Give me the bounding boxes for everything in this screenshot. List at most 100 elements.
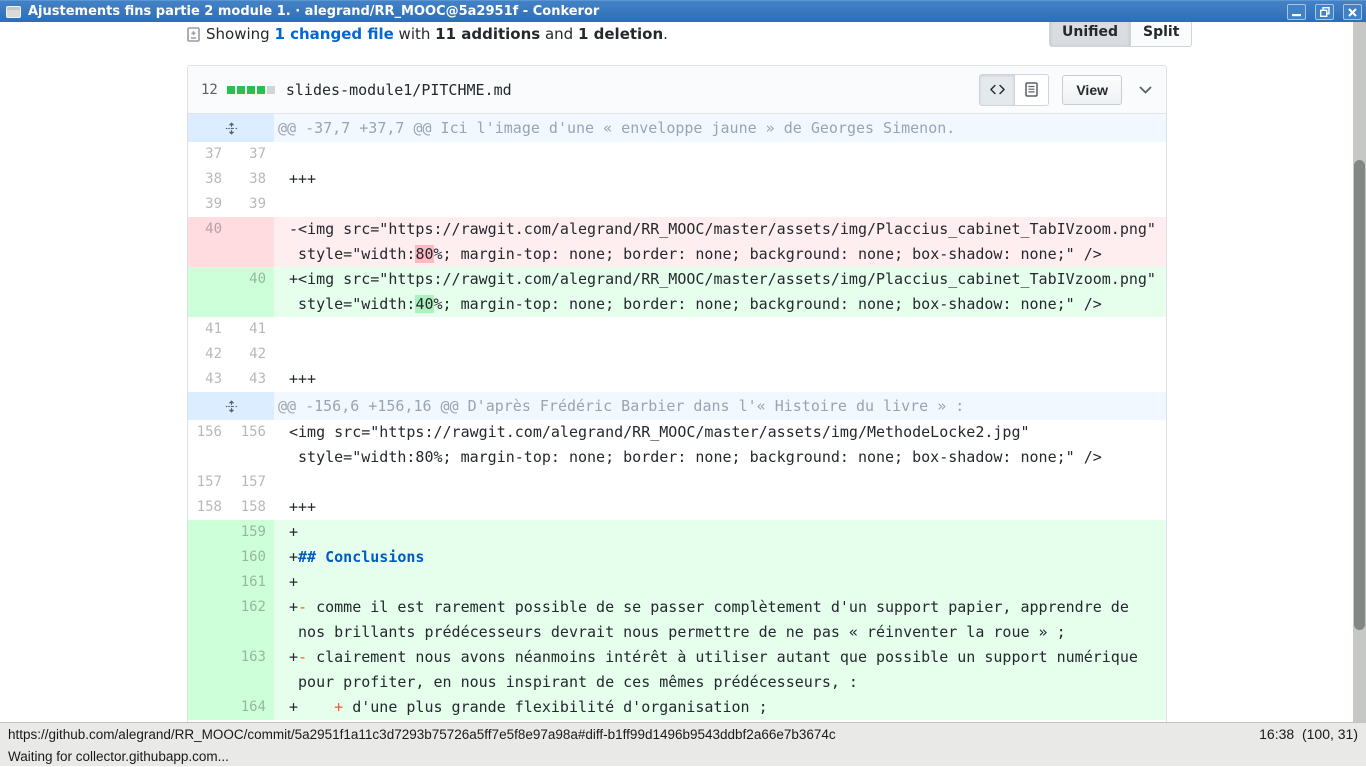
old-line-number[interactable]: 41 bbox=[188, 317, 230, 342]
code-segment: + bbox=[289, 523, 298, 541]
diff-line-row: 159 + bbox=[188, 520, 1166, 545]
code-segment-md-p: + bbox=[334, 698, 343, 716]
source-view-button[interactable] bbox=[980, 75, 1014, 105]
code-segment: +++ bbox=[289, 170, 316, 188]
code-segment: + bbox=[289, 548, 298, 566]
split-tab[interactable]: Split bbox=[1131, 22, 1192, 47]
unfold-icon bbox=[225, 121, 238, 136]
status-right: 16:38 (100, 31) bbox=[1259, 726, 1358, 742]
old-line-number[interactable]: 156 bbox=[188, 420, 230, 470]
code-segment: + bbox=[289, 698, 334, 716]
file-header: 12 slides-module1/PITCHME.md View bbox=[188, 66, 1166, 114]
file-path: slides-module1/PITCHME.md bbox=[286, 81, 512, 99]
hunk-row: @@ -37,7 +37,7 @@ Ici l'image d'une « en… bbox=[188, 114, 1166, 142]
status-message: Waiting for collector.githubapp.com... bbox=[8, 749, 229, 764]
new-line-number[interactable]: 159 bbox=[230, 520, 274, 545]
old-line-number bbox=[188, 267, 230, 317]
new-line-number[interactable]: 39 bbox=[230, 192, 274, 217]
rich-view-button[interactable] bbox=[1014, 75, 1048, 105]
diff-line-row: 40+<img src="https://rawgit.com/alegrand… bbox=[188, 267, 1166, 317]
code-icon bbox=[990, 82, 1005, 97]
code-segment: d'une plus grande flexibilité d'organisa… bbox=[343, 698, 767, 716]
new-line-number[interactable]: 164 bbox=[230, 695, 274, 720]
additions-count: 11 additions bbox=[435, 25, 540, 43]
file-menu-button[interactable] bbox=[1134, 75, 1156, 105]
diffstat-block-added bbox=[237, 86, 245, 94]
new-line-number[interactable]: 38 bbox=[230, 167, 274, 192]
old-line-number[interactable]: 42 bbox=[188, 342, 230, 367]
old-line-number[interactable]: 157 bbox=[188, 470, 230, 495]
new-line-number[interactable]: 41 bbox=[230, 317, 274, 342]
diff-line-row: 3737 bbox=[188, 142, 1166, 167]
code-cell: +++ bbox=[274, 367, 1166, 392]
code-segment: clairement nous avons néanmoins intérêt … bbox=[289, 648, 1138, 691]
code-cell bbox=[274, 317, 1166, 342]
new-line-number[interactable]: 157 bbox=[230, 470, 274, 495]
summary-mid1: with bbox=[394, 25, 435, 43]
code-cell bbox=[274, 470, 1166, 495]
hunk-header-text: @@ -37,7 +37,7 @@ Ici l'image d'une « en… bbox=[274, 114, 1166, 142]
new-line-number[interactable]: 160 bbox=[230, 545, 274, 570]
code-cell: +## Conclusions bbox=[274, 545, 1166, 570]
diffstat-block-added bbox=[257, 86, 265, 94]
old-line-number bbox=[188, 595, 230, 645]
diff-line-row: 4343+++ bbox=[188, 367, 1166, 392]
diff-line-row: 4242 bbox=[188, 342, 1166, 367]
diff-line-row: 4141 bbox=[188, 317, 1166, 342]
old-line-number[interactable]: 40 bbox=[188, 217, 230, 267]
new-line-number[interactable]: 163 bbox=[230, 645, 274, 695]
code-cell: + bbox=[274, 520, 1166, 545]
diff-view-toggle: Unified Split bbox=[1049, 22, 1192, 47]
new-line-number[interactable]: 156 bbox=[230, 420, 274, 470]
restore-button[interactable] bbox=[1315, 4, 1334, 20]
window-title: Ajustements fins partie 2 module 1. · al… bbox=[28, 4, 599, 19]
window-menu-icon[interactable] bbox=[6, 6, 21, 18]
old-line-number bbox=[188, 695, 230, 720]
source-view-toggle bbox=[979, 74, 1049, 106]
old-line-number[interactable]: 37 bbox=[188, 142, 230, 167]
view-button[interactable]: View bbox=[1062, 75, 1122, 105]
close-button[interactable] bbox=[1343, 4, 1362, 20]
chevron-down-icon bbox=[1139, 86, 1152, 94]
new-line-number[interactable]: 37 bbox=[230, 142, 274, 167]
code-segment: + bbox=[289, 598, 298, 616]
code-segment-hl-add: 40 bbox=[415, 295, 433, 313]
expand-diff-button[interactable] bbox=[188, 392, 274, 420]
new-line-number[interactable]: 158 bbox=[230, 495, 274, 520]
diff-line-row: 163+- clairement nous avons néanmoins in… bbox=[188, 645, 1166, 695]
code-cell: -<img src="https://rawgit.com/alegrand/R… bbox=[274, 217, 1166, 267]
diff-line-row: 160+## Conclusions bbox=[188, 545, 1166, 570]
unified-tab[interactable]: Unified bbox=[1049, 22, 1131, 47]
deletions-count: 1 deletion bbox=[578, 25, 663, 43]
code-segment-md-p: - bbox=[298, 598, 307, 616]
expand-diff-button[interactable] bbox=[188, 114, 274, 142]
diff-line-row: 162+- comme il est rarement possible de … bbox=[188, 595, 1166, 645]
code-segment: + bbox=[289, 573, 298, 591]
restore-icon bbox=[1320, 7, 1330, 17]
diff-line-row: 161 + bbox=[188, 570, 1166, 595]
scrollbar[interactable] bbox=[1353, 22, 1366, 722]
new-line-number[interactable]: 162 bbox=[230, 595, 274, 645]
diff-line-row: 3838 +++ bbox=[188, 167, 1166, 192]
new-line-number[interactable]: 161 bbox=[230, 570, 274, 595]
scrollbar-thumb[interactable] bbox=[1354, 160, 1365, 630]
unfold-icon bbox=[225, 399, 238, 414]
old-line-number[interactable]: 158 bbox=[188, 495, 230, 520]
old-line-number[interactable]: 38 bbox=[188, 167, 230, 192]
old-line-number[interactable]: 39 bbox=[188, 192, 230, 217]
minimize-button[interactable] bbox=[1287, 4, 1306, 20]
new-line-number[interactable]: 42 bbox=[230, 342, 274, 367]
code-segment: %; margin-top: none; border: none; backg… bbox=[434, 295, 1102, 313]
new-line-number[interactable]: 43 bbox=[230, 367, 274, 392]
old-line-number[interactable]: 43 bbox=[188, 367, 230, 392]
old-line-number bbox=[188, 545, 230, 570]
code-cell bbox=[274, 142, 1166, 167]
code-cell: +++ bbox=[274, 495, 1166, 520]
status-bar: https://github.com/alegrand/RR_MOOC/comm… bbox=[0, 722, 1366, 766]
status-time: 16:38 bbox=[1259, 726, 1294, 742]
new-line-number[interactable]: 40 bbox=[230, 267, 274, 317]
hunk-row: @@ -156,6 +156,16 @@ D'après Frédéric Ba… bbox=[188, 392, 1166, 420]
close-icon bbox=[1348, 8, 1357, 17]
changed-file-link[interactable]: 1 changed file bbox=[274, 25, 393, 43]
summary-mid2: and bbox=[540, 25, 578, 43]
